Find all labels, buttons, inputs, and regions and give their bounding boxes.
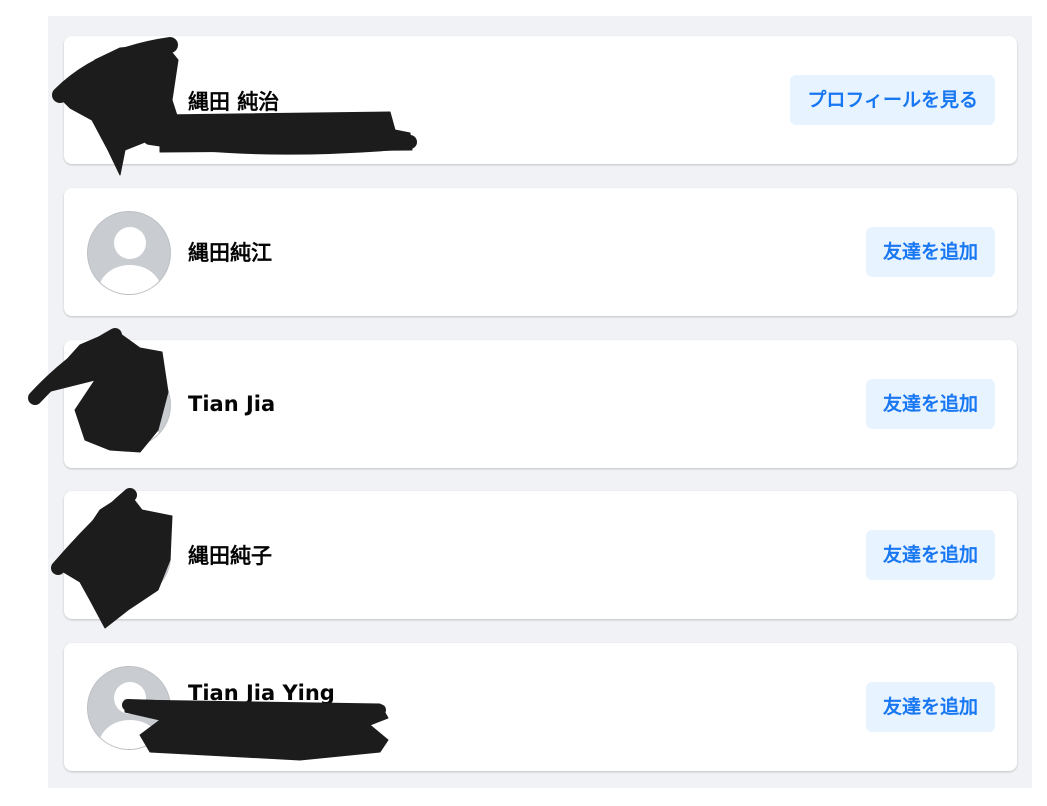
redaction-scribble — [122, 699, 386, 716]
redaction-overlay — [28, 37, 417, 761]
